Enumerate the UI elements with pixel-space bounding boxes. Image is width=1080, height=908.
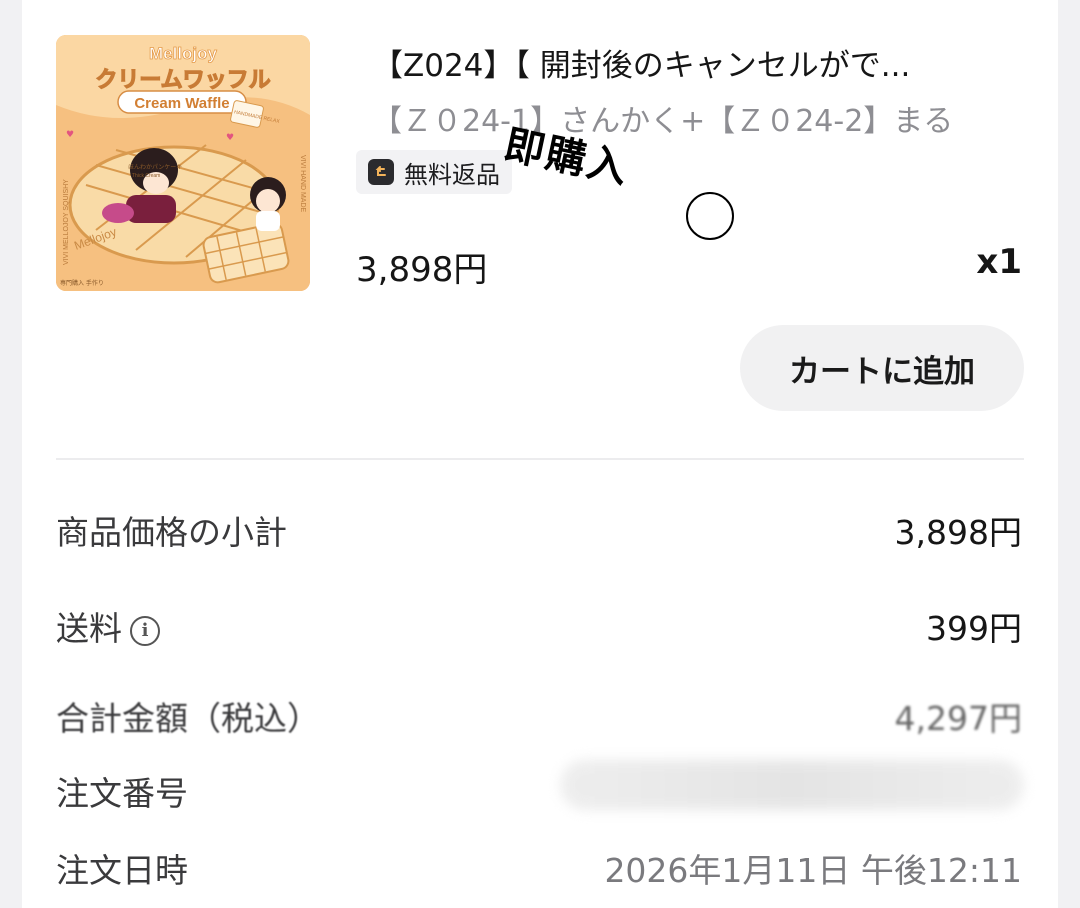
thumb-brand: Mellojoy bbox=[149, 44, 218, 63]
order-number-redacted bbox=[560, 760, 1024, 810]
product-variant: 【Ｚ０24-1】さんかく+【Ｚ０24-2】まる bbox=[372, 104, 954, 139]
product-thumbnail[interactable]: Mellojoy クリームワッフル Cream Waffle Mellojoy … bbox=[56, 35, 310, 291]
product-price: 3,898円 bbox=[356, 250, 488, 290]
thumb-side-text-left: VIVI MELLOJOY SQUISHY bbox=[63, 179, 70, 265]
heart-icon: ♥ bbox=[66, 130, 74, 140]
order-date-value: 2026年1月11日 午後12:11 bbox=[604, 851, 1022, 890]
thumb-subtitle: Cream Waffle bbox=[134, 95, 229, 112]
subtotal-value: 3,898円 bbox=[894, 513, 1022, 552]
add-to-cart-button[interactable]: カートに追加 bbox=[740, 325, 1024, 411]
subtotal-label: 商品価格の小計 bbox=[56, 513, 287, 552]
thumb-headline: クリームワッフル bbox=[95, 68, 270, 93]
return-icon bbox=[368, 159, 394, 185]
total-label: 合計金額（税込） bbox=[56, 699, 320, 738]
heart-icon: ♥ bbox=[226, 133, 234, 143]
info-icon[interactable]: i bbox=[130, 615, 160, 646]
shipping-label-row: 送料 i bbox=[56, 602, 160, 650]
thumb-side-text-right: VIVI HAND MADE bbox=[299, 155, 306, 213]
handwritten-circle bbox=[686, 192, 734, 240]
free-return-badge: 無料返品 bbox=[356, 150, 512, 194]
product-title[interactable]: 【Z024】【 開封後のキャンセルがで... bbox=[372, 40, 1012, 85]
product-quantity: x1 bbox=[976, 242, 1022, 282]
thumb-mini-label-2: Thick Cream bbox=[132, 173, 160, 179]
order-date-label: 注文日時 bbox=[56, 851, 188, 890]
total-value: 4,297円 bbox=[894, 699, 1022, 738]
shipping-value: 399円 bbox=[926, 609, 1022, 648]
divider bbox=[56, 458, 1024, 460]
thumb-mini-label: ほんわかパンケーキ bbox=[128, 164, 182, 171]
order-number-label: 注文番号 bbox=[56, 774, 188, 813]
shipping-label: 送料 bbox=[56, 609, 122, 648]
waffle-illustration: Mellojoy クリームワッフル Cream Waffle Mellojoy … bbox=[56, 35, 310, 291]
thumb-footer: 専門購入 手作り bbox=[60, 279, 104, 287]
badge-label: 無料返品 bbox=[404, 160, 500, 189]
